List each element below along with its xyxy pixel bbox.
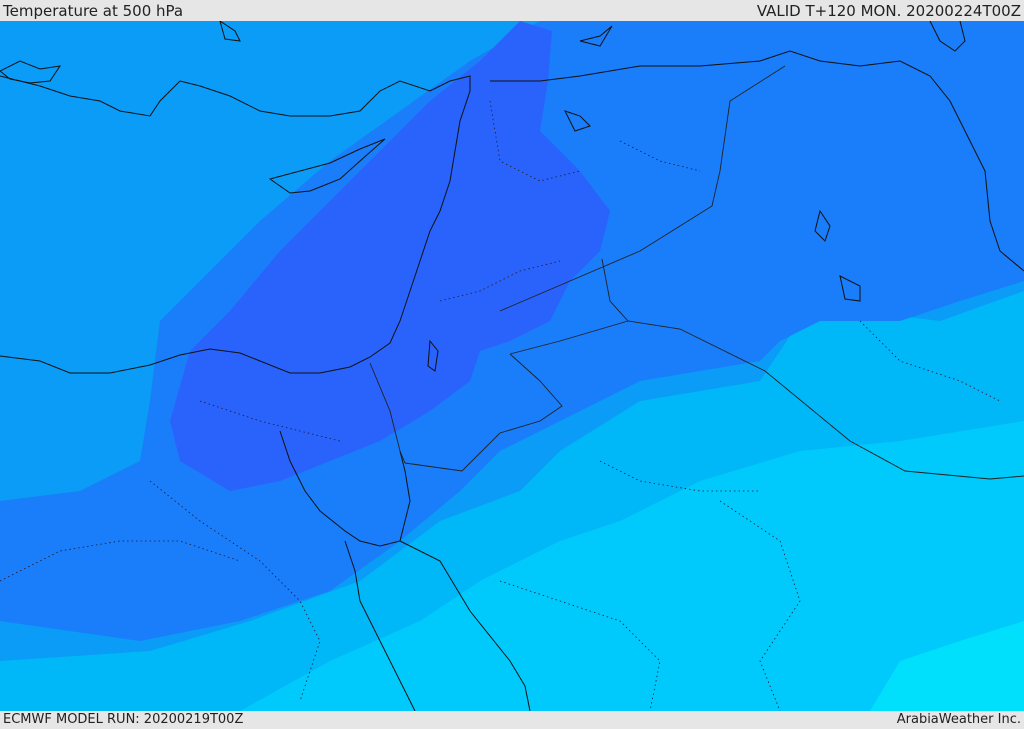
map-footer: ECMWF MODEL RUN: 20200219T00Z ArabiaWeat… bbox=[0, 711, 1024, 729]
valid-time: VALID T+120 MON. 20200224T00Z bbox=[756, 2, 1021, 20]
credit: ArabiaWeather Inc. bbox=[896, 712, 1021, 727]
map-header: Temperature at 500 hPa VALID T+120 MON. … bbox=[0, 2, 1024, 22]
model-run: ECMWF MODEL RUN: 20200219T00Z bbox=[3, 712, 244, 727]
temperature-map[interactable] bbox=[0, 21, 1024, 711]
map-title: Temperature at 500 hPa bbox=[3, 2, 184, 20]
